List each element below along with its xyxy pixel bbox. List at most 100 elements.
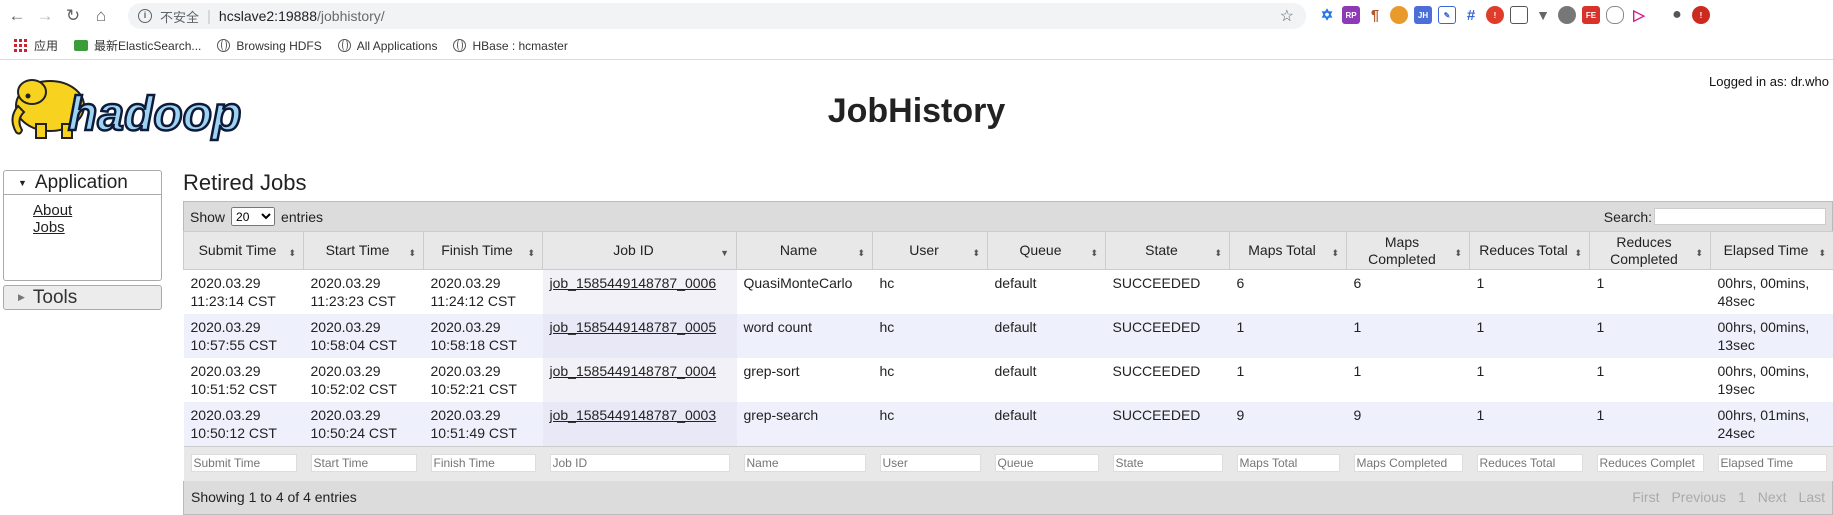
column-filter-input[interactable] [995, 454, 1099, 472]
column-header-label: Start Time [326, 242, 390, 258]
column-header[interactable]: Reduces Total⬍ [1470, 232, 1590, 270]
reload-icon[interactable]: ↻ [62, 5, 84, 27]
tools-accordion-header[interactable]: ▶ Tools [3, 285, 162, 310]
extension-cookie-icon[interactable] [1390, 6, 1408, 24]
extension-rp-icon[interactable]: RP [1342, 6, 1360, 24]
sort-desc-icon: ▼ [720, 245, 729, 262]
table-cell: 00hrs, 00mins, 19sec [1711, 358, 1833, 402]
column-header-label: Submit Time [199, 242, 277, 258]
paging-last[interactable]: Last [1799, 489, 1825, 505]
back-arrow-icon[interactable]: ← [6, 5, 28, 27]
job-id-link[interactable]: job_1585449148787_0004 [550, 363, 717, 379]
forward-arrow-icon[interactable]: → [34, 5, 56, 27]
filter-cell [1230, 447, 1347, 481]
bookmark-all-applications[interactable]: All Applications [338, 39, 438, 53]
page-size-select[interactable]: 20 [231, 207, 275, 226]
extension-card-icon[interactable] [1510, 6, 1528, 24]
column-header[interactable]: Start Time⬍ [304, 232, 424, 270]
column-header-label: Elapsed Time [1724, 242, 1809, 258]
filter-cell [424, 447, 543, 481]
bookmark-elasticsearch[interactable]: 最新ElasticSearch... [74, 37, 201, 54]
application-accordion-header[interactable]: ▼ Application [3, 170, 162, 195]
column-filter-input[interactable] [431, 454, 536, 472]
job-id-link[interactable]: job_1585449148787_0006 [550, 275, 717, 291]
bookmark-hbase[interactable]: HBase : hcmaster [453, 39, 567, 53]
column-header[interactable]: Name⬍ [737, 232, 873, 270]
column-header[interactable]: Finish Time⬍ [424, 232, 543, 270]
table-cell: 1 [1470, 270, 1590, 315]
table-cell: default [988, 270, 1106, 315]
column-filter-input[interactable] [1354, 454, 1463, 472]
bookmark-browsing-hdfs[interactable]: Browsing HDFS [217, 39, 321, 53]
job-id-link[interactable]: job_1585449148787_0003 [550, 407, 717, 423]
column-filter-input[interactable] [1597, 454, 1704, 472]
home-icon[interactable]: ⌂ [90, 5, 112, 27]
table-cell: hc [873, 270, 988, 315]
extension-play-icon[interactable]: ▷ [1630, 6, 1648, 24]
sort-icon: ⬍ [1574, 245, 1582, 262]
paging-next[interactable]: Next [1758, 489, 1787, 505]
table-info: Showing 1 to 4 of 4 entries [191, 489, 357, 505]
extension-gear-icon[interactable] [1558, 6, 1576, 24]
table-cell: 1 [1470, 358, 1590, 402]
extension-grid-icon[interactable]: # [1462, 6, 1480, 24]
sidebar-link-about[interactable]: About [33, 202, 161, 219]
extension-pilcrow-icon[interactable]: ¶ [1366, 6, 1384, 24]
table-footer: Showing 1 to 4 of 4 entries First Previo… [183, 481, 1833, 515]
update-icon[interactable]: ! [1692, 6, 1710, 24]
filter-cell [1590, 447, 1711, 481]
info-icon[interactable]: i [138, 9, 152, 23]
account-icon[interactable]: ● [1668, 6, 1686, 24]
table-cell: job_1585449148787_0004 [543, 358, 737, 402]
column-header[interactable]: Reduces Completed⬍ [1590, 232, 1711, 270]
paging-page[interactable]: 1 [1738, 489, 1746, 505]
column-header[interactable]: User⬍ [873, 232, 988, 270]
table-cell: hc [873, 402, 988, 447]
column-filter-input[interactable] [880, 454, 981, 472]
extension-alert-icon[interactable]: ! [1486, 6, 1504, 24]
column-filter-input[interactable] [1113, 454, 1223, 472]
extension-vue-icon[interactable]: ▼ [1534, 6, 1552, 24]
paging-previous[interactable]: Previous [1671, 489, 1725, 505]
column-filter-input[interactable] [1237, 454, 1340, 472]
table-cell: 00hrs, 01mins, 24sec [1711, 402, 1833, 447]
search-input[interactable] [1654, 208, 1826, 225]
table-cell: QuasiMonteCarlo [737, 270, 873, 315]
column-header[interactable]: Submit Time ⬍ [184, 232, 304, 270]
bookmark-star-icon[interactable]: ☆ [1280, 6, 1294, 26]
extension-jh-icon[interactable]: JH [1414, 6, 1432, 24]
table-cell: 1 [1230, 314, 1347, 358]
column-filter-input[interactable] [1477, 454, 1583, 472]
extension-fe-icon[interactable]: FE [1582, 6, 1600, 24]
bookmark-apps[interactable]: 应用 [10, 37, 58, 54]
paging-first[interactable]: First [1632, 489, 1659, 505]
column-filter-input[interactable] [311, 454, 417, 472]
address-bar[interactable]: i 不安全 | hcslave2:19888/jobhistory/ ☆ [128, 3, 1306, 29]
sort-icon: ⬍ [288, 245, 296, 262]
column-filter-input[interactable] [191, 454, 297, 472]
table-row: 2020.03.29 10:57:55 CST2020.03.29 10:58:… [184, 314, 1833, 358]
column-filter-input[interactable] [550, 454, 730, 472]
column-filter-input[interactable] [744, 454, 866, 472]
job-id-link[interactable]: job_1585449148787_0005 [550, 319, 717, 335]
column-header[interactable]: Elapsed Time⬍ [1711, 232, 1833, 270]
table-cell: hc [873, 314, 988, 358]
filter-cell [184, 447, 304, 481]
column-header[interactable]: State⬍ [1106, 232, 1230, 270]
extension-note-icon[interactable]: ✎ [1438, 6, 1456, 24]
table-cell: 1 [1347, 358, 1470, 402]
extension-puzzle-icon[interactable]: ✡ [1318, 6, 1336, 24]
column-filter-input[interactable] [1718, 454, 1827, 472]
column-header[interactable]: Job ID▼ [543, 232, 737, 270]
column-header[interactable]: Maps Completed⬍ [1347, 232, 1470, 270]
table-row: 2020.03.29 10:50:12 CST2020.03.29 10:50:… [184, 402, 1833, 447]
bookmarks-bar: 应用 最新ElasticSearch... Browsing HDFS All … [0, 32, 1833, 60]
column-header[interactable]: Maps Total⬍ [1230, 232, 1347, 270]
filter-cell [304, 447, 424, 481]
sidebar-link-jobs[interactable]: Jobs [33, 219, 161, 236]
column-header[interactable]: Queue⬍ [988, 232, 1106, 270]
extension-mouse-icon[interactable] [1606, 6, 1624, 24]
table-cell: SUCCEEDED [1106, 270, 1230, 315]
search-box: Search: [1604, 208, 1826, 225]
table-cell: 2020.03.29 10:51:49 CST [424, 402, 543, 447]
